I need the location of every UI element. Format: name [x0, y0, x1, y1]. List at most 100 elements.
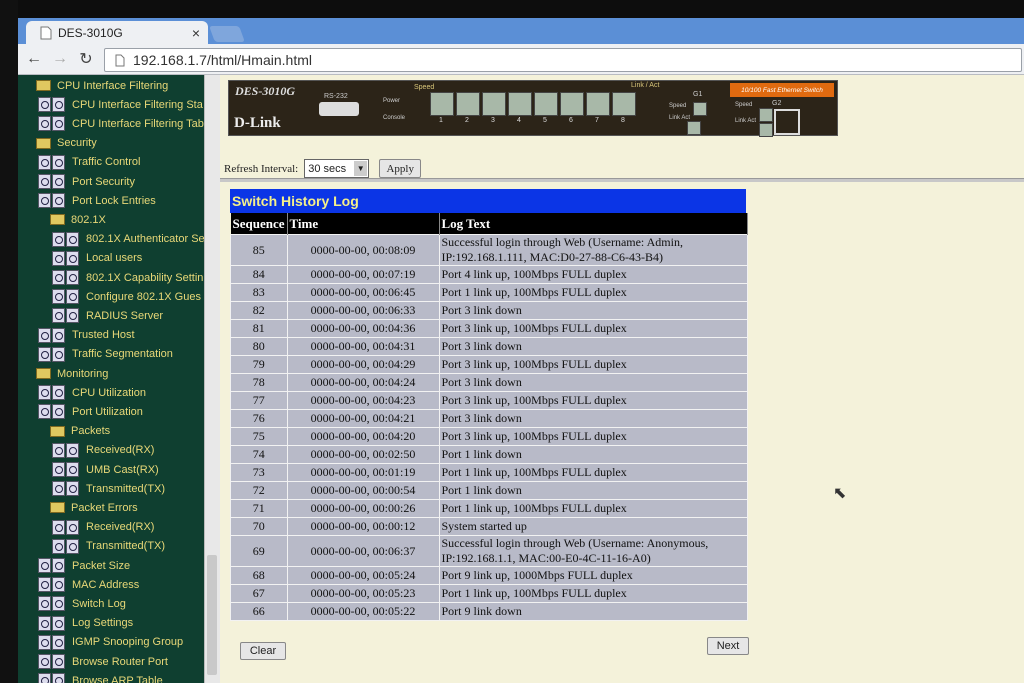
- scrollbar-thumb[interactable]: [207, 555, 217, 675]
- sidebar-item[interactable]: IGMP Snooping Group: [38, 633, 183, 652]
- time-cell: 0000-00-00, 00:04:23: [286, 391, 440, 410]
- sidebar-item[interactable]: Security: [36, 134, 97, 153]
- sidebar-item[interactable]: Port Security: [38, 172, 135, 191]
- speed-small-label: Speed: [669, 103, 687, 109]
- sidebar-item[interactable]: CPU Interface Filtering Sta: [38, 95, 203, 114]
- ethernet-port[interactable]: [560, 92, 584, 116]
- switch-log-panel: Switch History Log Sequence Time Log Tex…: [230, 189, 748, 621]
- time-cell: 0000-00-00, 00:05:22: [286, 602, 440, 621]
- chevron-down-icon[interactable]: ▼: [354, 161, 368, 176]
- sidebar-item[interactable]: 802.1X Capability Settin: [52, 268, 203, 287]
- ethernet-port[interactable]: [534, 92, 558, 116]
- sidebar-item[interactable]: Port Lock Entries: [38, 191, 156, 210]
- log-text-cell: Port 3 link down: [438, 409, 748, 428]
- page-icon: [115, 54, 125, 67]
- forward-arrow-icon[interactable]: →: [50, 50, 70, 68]
- browser-tab[interactable]: DES-3010G ×: [26, 21, 208, 44]
- power-label: Power: [383, 98, 401, 104]
- sidebar-item[interactable]: 802.1X: [50, 210, 106, 229]
- ethernet-port[interactable]: [508, 92, 532, 116]
- ethernet-port[interactable]: [430, 92, 454, 116]
- table-row: 75 0000-00-00, 00:04:20 Port 3 link up, 10…: [230, 427, 748, 446]
- table-row: 66 0000-00-00, 00:05:22 Port 9 link down: [230, 602, 748, 621]
- sidebar-item[interactable]: Received(RX): [52, 441, 154, 460]
- sidebar-item[interactable]: Transmitted(TX): [52, 537, 165, 556]
- clear-button[interactable]: Clear: [240, 642, 286, 660]
- sidebar-item[interactable]: Packets: [50, 422, 110, 441]
- sidebar-item[interactable]: CPU Interface Filtering: [36, 76, 168, 95]
- sidebar-item[interactable]: Browse Router Port: [38, 652, 168, 671]
- back-arrow-icon[interactable]: ←: [24, 50, 44, 68]
- sequence-cell: 69: [230, 535, 288, 567]
- sidebar-item-label: Transmitted(TX): [86, 482, 166, 495]
- page-icon: [52, 270, 80, 285]
- log-text-cell: Port 1 link up, 100Mbps FULL duplex: [438, 283, 748, 302]
- folder-icon: [50, 214, 65, 226]
- table-row: 74 0000-00-00, 00:02:50 Port 1 link down: [230, 445, 748, 464]
- sidebar-item[interactable]: Switch Log: [38, 594, 126, 613]
- sidebar-item[interactable]: Log Settings: [38, 614, 133, 633]
- sidebar-item-label: UMB Cast(RX): [86, 463, 159, 476]
- sequence-cell: 80: [230, 337, 288, 356]
- page-icon: [40, 26, 52, 40]
- port-g2-speed[interactable]: [759, 108, 773, 122]
- sidebar-item[interactable]: Packet Size: [38, 556, 130, 575]
- table-row: 72 0000-00-00, 00:00:54 Port 1 link down: [230, 481, 748, 500]
- sidebar-item-label: Traffic Control: [72, 156, 141, 169]
- apply-button[interactable]: Apply: [379, 159, 422, 178]
- sfp-port-icon[interactable]: [774, 109, 800, 135]
- time-cell: 0000-00-00, 00:02:50: [286, 445, 440, 464]
- sidebar-item-label: Switch Log: [72, 597, 126, 610]
- console-label: Console: [383, 115, 406, 121]
- page-icon: [38, 116, 66, 132]
- sidebar-item[interactable]: UMB Cast(RX): [52, 460, 159, 479]
- sidebar-item[interactable]: Traffic Segmentation: [38, 345, 173, 364]
- sidebar-item[interactable]: Transmitted(TX): [52, 479, 165, 498]
- table-row: 83 0000-00-00, 00:06:45 Port 1 link up, 10…: [230, 283, 748, 302]
- sidebar-item[interactable]: Traffic Control: [38, 153, 140, 172]
- page-icon: [38, 154, 66, 170]
- sidebar-item[interactable]: Packet Errors: [50, 498, 138, 517]
- ethernet-port[interactable]: [612, 92, 636, 116]
- link-act-small-label: Link Act: [735, 118, 757, 124]
- ethernet-port[interactable]: [456, 92, 480, 116]
- address-bar[interactable]: 192.168.1.7/html/Hmain.html: [104, 48, 1022, 72]
- sidebar-item[interactable]: CPU Utilization: [38, 383, 146, 402]
- ethernet-port[interactable]: [482, 92, 506, 116]
- sidebar-item[interactable]: Browse ARP Table: [38, 671, 163, 683]
- sidebar-item-label: Packet Errors: [71, 501, 138, 514]
- sidebar-item-label: Local users: [86, 252, 143, 265]
- sidebar-scrollbar[interactable]: [204, 75, 220, 683]
- sidebar-item[interactable]: Received(RX): [52, 518, 154, 537]
- refresh-interval-select[interactable]: 30 secs ▼: [304, 159, 370, 178]
- sequence-cell: 77: [230, 391, 288, 410]
- sidebar-item-label: CPU Interface Filtering: [57, 79, 169, 92]
- sidebar-item[interactable]: Configure 802.1X Gues: [52, 287, 201, 306]
- sidebar-item[interactable]: Monitoring: [36, 364, 108, 383]
- table-row: 85 0000-00-00, 00:08:09 Successful login t…: [230, 234, 748, 266]
- port-g2-link[interactable]: [759, 123, 773, 137]
- log-text-cell: System started up: [438, 517, 748, 536]
- reload-icon[interactable]: ↻: [76, 49, 96, 69]
- sidebar-item[interactable]: 802.1X Authenticator Se: [52, 230, 204, 249]
- sidebar-item[interactable]: Local users: [52, 249, 142, 268]
- sidebar-item[interactable]: Trusted Host: [38, 326, 135, 345]
- port-g1-link[interactable]: [687, 121, 701, 135]
- close-icon[interactable]: ×: [192, 25, 200, 41]
- sidebar-item[interactable]: CPU Interface Filtering Tab: [38, 114, 204, 133]
- sidebar-item-label: Port Security: [72, 175, 135, 188]
- sidebar-item-label: Traffic Segmentation: [72, 348, 173, 361]
- sidebar-item-label: IGMP Snooping Group: [72, 636, 184, 649]
- sidebar-item[interactable]: MAC Address: [38, 575, 139, 594]
- port-g1-speed[interactable]: [693, 102, 707, 116]
- column-header-time: Time: [287, 213, 440, 235]
- page-icon: [38, 673, 66, 683]
- sidebar-item[interactable]: RADIUS Server: [52, 306, 163, 325]
- next-button[interactable]: Next: [707, 637, 749, 655]
- page-icon: [52, 308, 80, 324]
- sidebar-item[interactable]: Port Utilization: [38, 402, 143, 421]
- sequence-cell: 76: [230, 409, 288, 428]
- ethernet-port[interactable]: [586, 92, 610, 116]
- new-tab-button[interactable]: [209, 26, 245, 42]
- sidebar-item-label: Security: [57, 137, 97, 150]
